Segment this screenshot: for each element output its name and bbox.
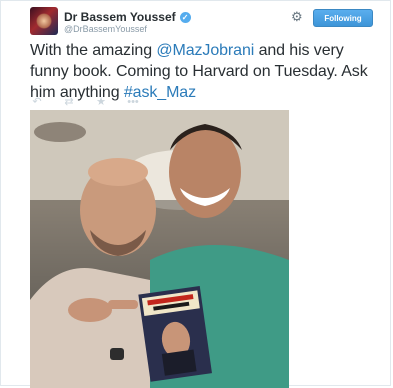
photo-illustration	[30, 110, 289, 388]
retweet-icon[interactable]: ⇄	[62, 95, 76, 108]
tweet-text-segment: With the amazing	[30, 42, 157, 59]
following-button[interactable]: Following	[313, 9, 373, 27]
star-icon[interactable]: ★	[94, 95, 108, 108]
author-handle[interactable]: @DrBassemYoussef	[64, 24, 147, 34]
more-icon[interactable]: •••	[126, 96, 140, 108]
tweet-actions: ↶ ⇄ ★ •••	[30, 95, 140, 109]
verified-badge-icon: ✓	[179, 11, 191, 23]
tweet-photo[interactable]	[30, 110, 289, 388]
avatar[interactable]	[30, 7, 58, 35]
reply-icon[interactable]: ↶	[30, 95, 44, 108]
author-display-name[interactable]: Dr Bassem Youssef	[64, 10, 176, 24]
tweet-text: With the amazing @MazJobrani and his ver…	[30, 40, 370, 103]
gear-icon[interactable]: ⚙	[291, 10, 303, 24]
tweet-card: Dr Bassem Youssef ✓ @DrBassemYoussef ⚙ F…	[0, 0, 391, 388]
author-name-row[interactable]: Dr Bassem Youssef ✓	[64, 10, 191, 24]
mention-link[interactable]: @MazJobrani	[156, 42, 254, 59]
